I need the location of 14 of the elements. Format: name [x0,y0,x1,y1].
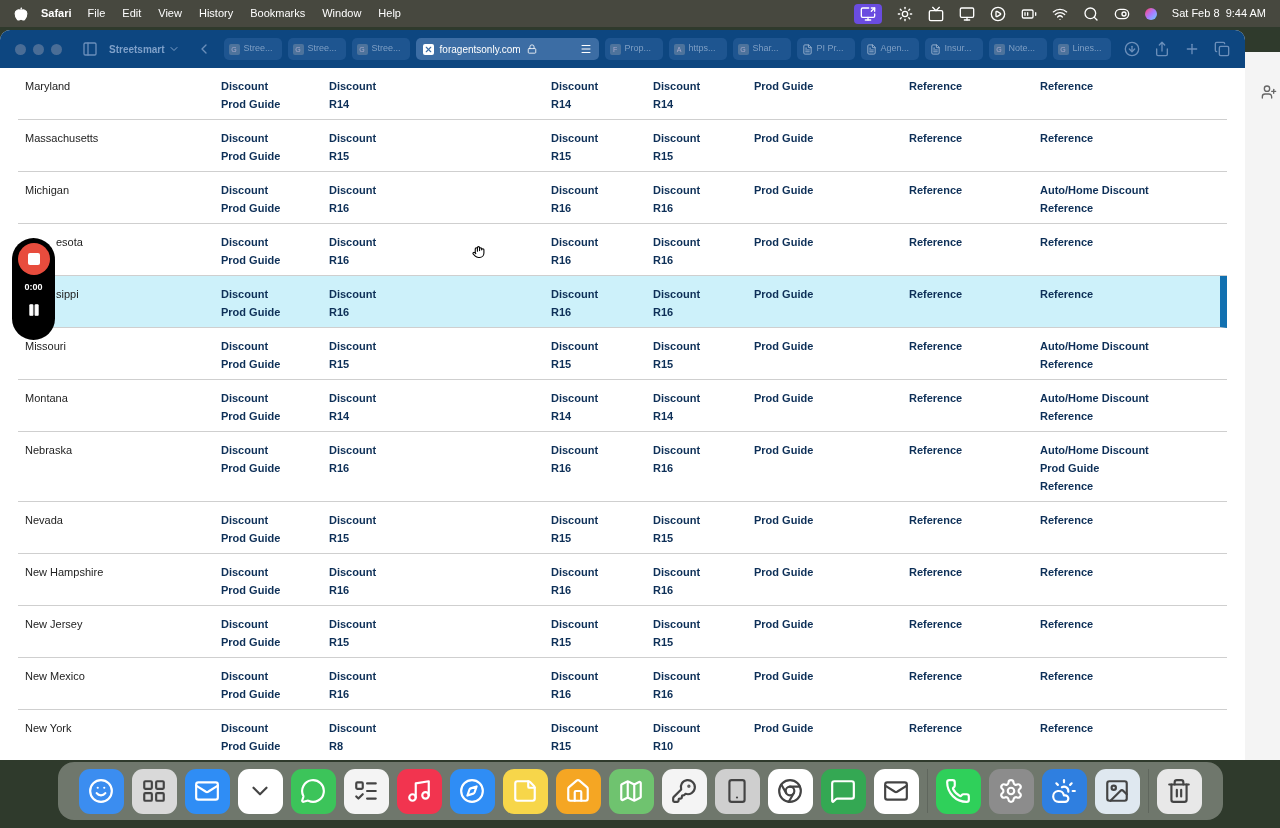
state-name: Maryland [25,79,71,94]
state-name: New Jersey [25,617,83,632]
state-name: New Mexico [25,669,85,684]
state-name: Michigan [25,183,70,198]
state-name: Massachusetts [25,131,99,146]
state-name: Montana [25,391,68,406]
state-name: esota [56,235,83,250]
state-name: Nebraska [25,443,73,458]
state-name: Nevada [25,513,63,528]
state-name: sippi [56,287,79,302]
recording-time: 0:00 [24,281,43,294]
state-name: New Hampshire [25,565,104,580]
state-name: Missouri [25,339,66,354]
state-name: New York [25,721,72,736]
